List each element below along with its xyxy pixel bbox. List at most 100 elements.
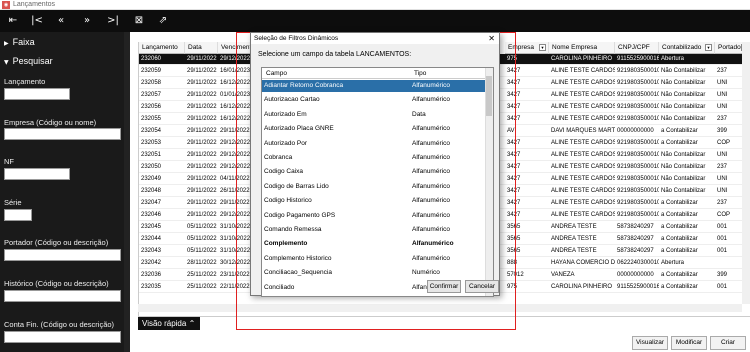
table-cell: Não Contabilizar (661, 104, 706, 110)
table-cell: 92198035000103 (617, 116, 659, 122)
first-record-icon[interactable]: ⇤ (4, 12, 22, 30)
column-filter-icon[interactable]: ▼ (705, 44, 712, 51)
table-cell: 29/11/2022 (187, 92, 217, 98)
pesquisar-section[interactable]: ▼ Pesquisar (4, 56, 53, 66)
table-cell: 92198035000103 (617, 68, 659, 74)
col-header-contabilizado[interactable]: Contabilizado ▼ (659, 42, 715, 54)
dialog-title: Seleção de Filtros Dinâmicos (254, 35, 339, 42)
close-icon[interactable]: ✕ (488, 33, 495, 44)
table-cell: Não Contabilizar (661, 176, 706, 182)
table-cell: 92198035000103 (617, 104, 659, 110)
table-cell: 232035 (141, 284, 162, 290)
table-cell: a Contabilizar (661, 140, 698, 146)
list-item[interactable]: Cobranca Alfanumérico (262, 152, 486, 164)
table-cell: a Contabilizar (661, 248, 698, 254)
col-header-nome-empresa[interactable]: Nome Empresa (549, 42, 615, 54)
dialog-instruction: Selecione um campo da tabela LANCAMENTOS… (258, 51, 412, 58)
historico-label: Histórico (Código ou descrição) (4, 279, 109, 288)
confirmar-button[interactable]: Confirmar (427, 280, 461, 293)
filter-icon[interactable]: ⊠ (130, 12, 148, 30)
sidebar-scrollbar[interactable] (124, 32, 130, 352)
visualizar-button[interactable]: Visualizar (632, 336, 668, 350)
export-icon[interactable]: ⇗ (154, 12, 172, 30)
table-cell: VANEZA (551, 272, 575, 278)
lancamento-label: Lançamento (4, 77, 46, 86)
table-cell: 05/11/2022 (187, 248, 217, 254)
search-sidebar: ▶ Faixa ▼ Pesquisar Lançamento Empresa (Có… (0, 32, 124, 352)
table-cell: 92198035000103 (617, 164, 659, 170)
table-cell: 232049 (141, 176, 162, 182)
table-cell: 232060 (141, 56, 162, 62)
list-item[interactable]: Adiantar Retorno Cobranca Alfanumérico (262, 80, 486, 92)
list-item-campo: Codigo Caixa (264, 168, 304, 176)
prev-page-icon[interactable]: « (52, 12, 70, 30)
chevron-up-icon: ⌃ (188, 319, 196, 328)
col-header-cnpj[interactable]: CNPJ/CPF (615, 42, 659, 54)
list-item[interactable]: Codigo de Barras Lido Alfanumérico (262, 181, 486, 193)
portador-input[interactable] (4, 249, 121, 261)
list-item[interactable]: Comando Remessa Alfanumérico (262, 224, 486, 236)
list-item-tipo: Alfanumérico (412, 96, 450, 104)
first-icon[interactable]: |< (28, 12, 46, 30)
empresa-input[interactable] (4, 128, 121, 140)
criar-button[interactable]: Criar (710, 336, 746, 350)
table-cell: 232046 (141, 212, 162, 218)
table-cell: a Contabilizar (661, 200, 698, 206)
col-header-tipo[interactable]: Tipo (414, 68, 426, 79)
col-header-lancamento[interactable]: Lançamento (139, 42, 185, 54)
modificar-button[interactable]: Modificar (671, 336, 707, 350)
list-item[interactable]: Codigo Caixa Alfanumérico (262, 166, 486, 178)
list-item-campo: Codigo Pagamento GPS (264, 211, 336, 219)
list-item[interactable]: Autorizacao Cartao Alfanumérico (262, 94, 486, 106)
list-item-campo: Codigo Historico (264, 197, 312, 205)
list-item-tipo: Alfanumérico (412, 82, 450, 89)
scroll-thumb[interactable] (486, 76, 492, 116)
list-item-tipo: Numérico (412, 269, 440, 277)
list-item[interactable]: Autorizado Por Alfanumérico (262, 138, 486, 150)
table-cell: 91155259000167 (617, 56, 659, 62)
table-cell: ALINE TESTE CARDOSO (551, 104, 615, 110)
table-cell: 29/11/2022 (187, 176, 217, 182)
lancamento-input[interactable] (4, 88, 70, 100)
last-icon[interactable]: >| (104, 12, 122, 30)
next-page-icon[interactable]: » (78, 12, 96, 30)
column-filter-icon[interactable]: ▼ (539, 44, 546, 51)
col-header-campo[interactable]: Campo (266, 68, 287, 79)
cancelar-button[interactable]: Cancelar (465, 280, 499, 293)
table-cell: 232057 (141, 92, 162, 98)
faixa-section[interactable]: ▶ Faixa (4, 37, 35, 47)
col-header-data[interactable]: Data (185, 42, 218, 54)
table-cell: ANDREA TESTE (551, 224, 597, 230)
listbox-header: Campo Tipo (262, 68, 486, 79)
table-cell: 05/11/2022 (187, 236, 217, 242)
list-item[interactable]: Codigo Historico Alfanumérico (262, 195, 486, 207)
list-item[interactable]: Conciliacao_Sequencia Numérico (262, 267, 486, 279)
table-cell: 92198035000103 (617, 212, 659, 218)
list-item[interactable]: Codigo Pagamento GPS Alfanumérico (262, 210, 486, 222)
list-item[interactable]: Complemento Alfanumérico (262, 238, 486, 250)
table-cell: 28/11/2022 (187, 260, 217, 266)
list-item[interactable]: Autorizado Em Data (262, 109, 486, 121)
table-cell: Não Contabilizar (661, 152, 706, 158)
list-item-campo: Comando Remessa (264, 226, 322, 233)
listbox-scrollbar[interactable] (485, 68, 493, 296)
list-item[interactable]: Complemento Historico Alfanumérico (262, 253, 486, 265)
list-item[interactable]: Autorizado Placa GNRE Alfanumérico (262, 123, 486, 135)
portador-label: Portador (Código ou descrição) (4, 238, 109, 247)
grid-vertical-scrollbar[interactable] (742, 42, 750, 304)
conta-fin-input[interactable] (4, 331, 121, 343)
table-cell: 29/11/2022 (187, 56, 217, 62)
table-cell: 232042 (141, 260, 162, 266)
table-cell: 29/11/2022 (187, 212, 217, 218)
table-cell: 29/11/2022 (187, 104, 217, 110)
list-item-campo: Codigo de Barras Lido (264, 182, 329, 190)
nf-input[interactable] (4, 168, 70, 180)
list-item-tipo: Alfanumérico (412, 125, 450, 133)
serie-input[interactable] (4, 209, 32, 221)
table-cell: 232045 (141, 224, 162, 230)
table-cell: 92198035000103 (617, 92, 659, 98)
visao-rapida-tab[interactable]: Visão rápida ⌃ (138, 317, 200, 330)
empresa-label: Empresa (Código ou nome) (4, 118, 97, 127)
table-cell: 232056 (141, 104, 162, 110)
historico-input[interactable] (4, 290, 121, 302)
